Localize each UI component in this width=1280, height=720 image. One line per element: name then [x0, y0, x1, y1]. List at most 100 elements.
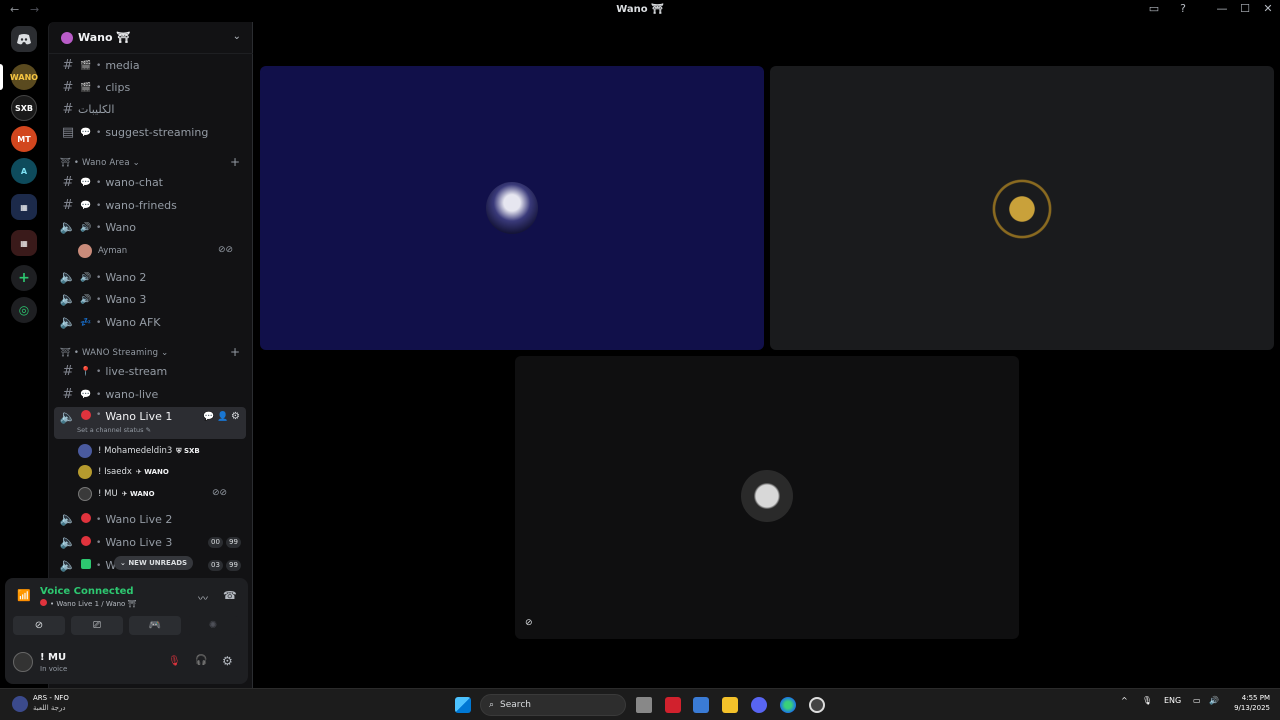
- avatar[interactable]: [13, 652, 33, 672]
- soundboard-button[interactable]: ✺: [187, 616, 239, 635]
- invite-user-icon[interactable]: 👤: [217, 412, 228, 422]
- chat-bubble-icon[interactable]: 💬: [203, 412, 214, 422]
- weather-title[interactable]: ARS - NFO: [33, 694, 69, 702]
- user-status: In voice: [40, 665, 68, 673]
- user-name[interactable]: ! MU: [40, 652, 66, 663]
- category-wano-area[interactable]: ⛩ • Wano Area ⌄: [60, 158, 140, 168]
- member-tag: ✈ WANO: [135, 468, 169, 476]
- server-folder-2-icon[interactable]: ▦: [11, 230, 37, 256]
- channel-wano-chat[interactable]: # 💬 • wano-chat: [54, 172, 246, 193]
- activity-button[interactable]: 🎮: [129, 616, 181, 635]
- gear-icon[interactable]: ⚙: [231, 411, 240, 422]
- taskbar-search[interactable]: ⌕ Search: [480, 694, 626, 716]
- member-tag: ✈ WANO: [121, 490, 155, 498]
- help-icon[interactable]: ?: [1175, 2, 1191, 15]
- add-server-icon[interactable]: +: [11, 265, 37, 291]
- separator-dot: •: [96, 272, 102, 283]
- selected-server-pill: [0, 64, 3, 90]
- clock-time[interactable]: 4:55 PM: [1228, 694, 1270, 702]
- voice-channel-wano[interactable]: 🔈 🔊 • Wano: [54, 217, 246, 238]
- channel-label: live-stream: [105, 365, 168, 378]
- voice-member[interactable]: ! Isaedx ✈ WANO: [78, 463, 169, 481]
- add-channel-icon[interactable]: +: [230, 155, 240, 169]
- network-icon[interactable]: ▭: [1193, 696, 1201, 705]
- channel-arabic-clips[interactable]: # الكليبات: [54, 99, 246, 120]
- voice-connected-subtitle[interactable]: • Wano Live 1 / Wano ⛩: [40, 599, 136, 608]
- voice-connected-title[interactable]: Voice Connected: [40, 586, 134, 597]
- windows-start-icon[interactable]: [455, 697, 471, 713]
- camera-off-button[interactable]: ⊘: [13, 616, 65, 635]
- green-check-icon: [78, 559, 94, 572]
- category-label: Wano Area: [82, 158, 130, 168]
- amd-icon[interactable]: [665, 697, 681, 713]
- new-unreads-pill[interactable]: ⌄ NEW UNREADS: [114, 556, 194, 570]
- voice-member[interactable]: ! Mohamedeldin3 ⛨ SXB: [78, 442, 200, 460]
- file-explorer-icon[interactable]: [722, 697, 738, 713]
- channel-emoji: 💬: [80, 200, 92, 211]
- voice-member[interactable]: ! MU ✈ WANO: [78, 485, 155, 503]
- weather-subtitle: درجة اللعبة: [33, 704, 66, 712]
- noise-suppression-icon[interactable]: 〰: [198, 590, 208, 605]
- channel-label: الكليبات: [78, 103, 115, 116]
- discord-taskbar-icon[interactable]: [751, 697, 767, 713]
- hash-icon: #: [62, 58, 74, 73]
- speaker-icon: 🔈: [59, 270, 77, 285]
- channel-status[interactable]: Set a channel status ✎: [77, 426, 151, 434]
- window-title: Wano ⛩: [616, 4, 664, 15]
- signal-icon[interactable]: 📶: [17, 589, 31, 602]
- server-sxb-icon[interactable]: SXB: [11, 95, 37, 121]
- video-tile-1[interactable]: [260, 66, 764, 350]
- channel-wano-live[interactable]: # 💬 • wano-live: [54, 384, 246, 405]
- channel-suggest-streaming[interactable]: ▤ 💬 • suggest-streaming: [54, 122, 246, 143]
- discord-home-icon[interactable]: [11, 26, 37, 52]
- add-channel-icon[interactable]: +: [230, 345, 240, 359]
- separator-dot: •: [96, 127, 102, 138]
- channel-emoji: 🎬: [80, 82, 92, 93]
- disconnect-icon[interactable]: ☎: [223, 589, 237, 602]
- live-red-circle-icon: [78, 536, 94, 549]
- channel-label: clips: [105, 81, 131, 94]
- chevron-up-icon[interactable]: ^: [1121, 696, 1128, 705]
- chevron-down-icon[interactable]: ⌄: [233, 31, 241, 42]
- store-icon[interactable]: [693, 697, 709, 713]
- clock-date[interactable]: 9/13/2025: [1222, 704, 1270, 712]
- maximize-button[interactable]: ☐: [1237, 2, 1253, 15]
- channel-label: Wano Live 3: [105, 536, 173, 549]
- edge-icon[interactable]: [780, 697, 796, 713]
- server-mt-icon[interactable]: MT: [11, 126, 37, 152]
- channel-emoji: 🔊: [80, 222, 92, 233]
- channel-live-stream[interactable]: # 📍 • live-stream: [54, 361, 246, 382]
- video-tile-3[interactable]: ⊘: [515, 356, 1019, 639]
- volume-icon[interactable]: 🔊: [1209, 696, 1219, 705]
- channel-media[interactable]: # 🎬 • media: [54, 55, 246, 76]
- language-indicator[interactable]: ENG: [1164, 696, 1181, 705]
- voice-channel-wano-afk[interactable]: 🔈 💤 • Wano AFK: [54, 312, 246, 333]
- weather-icon[interactable]: [12, 696, 28, 712]
- user-limit-badge: 99: [226, 537, 241, 548]
- server-a-icon[interactable]: A: [11, 158, 37, 184]
- screen-share-button[interactable]: ⎚: [71, 616, 123, 635]
- channel-label: Wano Live 2: [105, 513, 173, 526]
- mic-muted-icon[interactable]: 🎙: [168, 656, 181, 667]
- server-folder-icon[interactable]: ▦: [11, 194, 37, 220]
- headphones-deafened-icon[interactable]: 🎧: [195, 655, 207, 666]
- microphone-icon[interactable]: 🎙: [1142, 696, 1152, 705]
- channel-clips[interactable]: # 🎬 • clips: [54, 77, 246, 98]
- video-tile-2[interactable]: [770, 66, 1274, 350]
- app-icon[interactable]: [809, 697, 825, 713]
- category-wano-streaming[interactable]: ⛩ • WANO Streaming ⌄: [60, 348, 168, 358]
- voice-channel-wano-live-2[interactable]: 🔈 • Wano Live 2: [54, 509, 246, 530]
- close-button[interactable]: ✕: [1260, 2, 1276, 15]
- voice-member[interactable]: Ayman: [78, 242, 127, 260]
- voice-channel-wano-2[interactable]: 🔈 🔊 • Wano 2: [54, 267, 246, 288]
- task-view-icon[interactable]: [636, 697, 652, 713]
- channel-wano-frineds[interactable]: # 💬 • wano-frineds: [54, 195, 246, 216]
- speaker-icon: 🔈: [59, 292, 77, 307]
- discover-icon[interactable]: ◎: [11, 297, 37, 323]
- server-wano-icon[interactable]: WANO: [10, 64, 38, 90]
- minimize-button[interactable]: —: [1214, 2, 1230, 15]
- voice-channel-wano-3[interactable]: 🔈 🔊 • Wano 3: [54, 289, 246, 310]
- gear-icon[interactable]: ⚙: [222, 654, 233, 668]
- inbox-icon[interactable]: ▭: [1146, 2, 1162, 15]
- guild-header[interactable]: Wano ⛩ ⌄: [49, 22, 253, 54]
